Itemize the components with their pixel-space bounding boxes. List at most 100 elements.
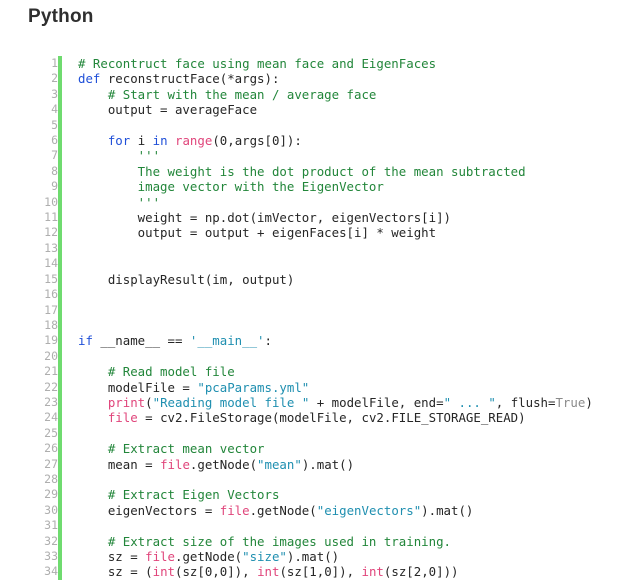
- code-line: 24 file = cv2.FileStorage(modelFile, cv2…: [0, 410, 593, 426]
- code-line-content: # Start with the mean / average face: [62, 87, 593, 102]
- token-plain: ).mat(): [421, 502, 474, 518]
- code-line-content: output = output + eigenFaces[i] * weight: [62, 225, 593, 240]
- line-number: 13: [44, 240, 58, 255]
- token-plain: ).mat(): [286, 549, 340, 564]
- token-plain: .getNode(: [189, 456, 258, 472]
- token-plain: (sz[0,0]),: [175, 564, 258, 580]
- token-plain: (sz[1,0]),: [279, 564, 362, 580]
- code-line: 18: [0, 317, 593, 334]
- code-line-content: print("Reading model file " + modelFile,…: [62, 395, 593, 410]
- token-plain: __name__ ==: [92, 333, 190, 349]
- code-line: 8 The weight is the dot product of the m…: [0, 163, 593, 180]
- token-plain: ): [585, 394, 593, 410]
- token-string: "mean": [257, 456, 302, 472]
- code-line-content: The weight is the dot product of the mea…: [62, 164, 593, 179]
- line-number: 31: [44, 518, 58, 533]
- code-line-content: # Recontruct face using mean face and Ei…: [62, 56, 593, 71]
- line-number: 9: [51, 179, 58, 194]
- code-line: 7 ''': [0, 148, 593, 164]
- code-line: 11 weight = np.dot(imVector, eigenVector…: [0, 210, 593, 226]
- code-line: 23 print("Reading model file " + modelFi…: [0, 394, 593, 411]
- token-plain: .getNode(: [249, 502, 317, 518]
- code-listing: 1 # Recontruct face using mean face and E…: [0, 56, 593, 580]
- code-line-content: [62, 241, 593, 256]
- token-plain: i: [130, 133, 153, 149]
- code-line: 34 sz = (int(sz[0,0]), int(sz[1,0]), int…: [0, 564, 593, 580]
- line-number: 17: [44, 302, 58, 317]
- line-number: 23: [44, 394, 58, 409]
- line-number: 15: [44, 271, 58, 286]
- code-line: 21 # Read model file: [0, 364, 593, 380]
- token-doc: ''': [78, 148, 161, 164]
- code-line: 16: [0, 287, 593, 303]
- token-keyword: for: [107, 133, 131, 149]
- code-line-content: # Extract mean vector: [62, 441, 593, 456]
- code-line: 1 # Recontruct face using mean face and E…: [0, 56, 593, 72]
- code-line: 6 for i in range(0,args[0]):: [0, 133, 593, 149]
- token-plain: .getNode(: [174, 549, 243, 564]
- token-plain: eigenVectors =: [78, 502, 220, 518]
- line-number: 34: [44, 564, 58, 579]
- token-plain: weight = np.dot(imVector, eigenVectors[i…: [78, 210, 451, 226]
- line-number: 5: [51, 117, 58, 132]
- token-plain: (0,args[0]):: [212, 133, 302, 149]
- token-plain: :: [264, 333, 272, 349]
- token-builtin: file: [160, 456, 190, 472]
- code-line: 19 if __name__ == '__main__':: [0, 333, 593, 349]
- code-line-content: eigenVectors = file.getNode("eigenVector…: [62, 503, 593, 518]
- code-line: 4 output = averageFace: [0, 102, 593, 118]
- line-number: 27: [44, 456, 58, 471]
- page-title: Python: [28, 6, 94, 27]
- token-keyword: if: [78, 333, 93, 349]
- code-line-content: displayResult(im, output): [62, 272, 593, 287]
- token-comment: # Extract Eigen Vectors: [78, 487, 280, 503]
- code-line-content: ''': [62, 195, 593, 210]
- code-line: 12 output = output + eigenFaces[i] * wei…: [0, 225, 593, 241]
- code-listing-body: 1 # Recontruct face using mean face and E…: [0, 56, 593, 580]
- line-number: 25: [44, 425, 58, 440]
- token-string: "size": [242, 549, 287, 564]
- code-line-content: [62, 518, 593, 533]
- code-line: 2 def reconstructFace(*args):: [0, 71, 593, 87]
- token-builtin: print: [107, 394, 146, 410]
- token-plain: output = averageFace: [78, 102, 258, 118]
- token-doc: The weight is the dot product of the mea…: [78, 163, 526, 179]
- line-number: 19: [44, 333, 58, 348]
- code-line: 28: [0, 471, 593, 488]
- code-line-content: # Extract Eigen Vectors: [62, 487, 593, 502]
- token-builtin: int: [257, 564, 280, 580]
- code-line: 31: [0, 518, 593, 534]
- code-line: 15 displayResult(im, output): [0, 271, 593, 288]
- line-number: 20: [44, 348, 58, 363]
- token-builtin: int: [152, 564, 175, 580]
- token-string: "Reading model file ": [152, 394, 310, 410]
- token-plain: mean =: [78, 456, 161, 472]
- line-number: 22: [44, 379, 58, 394]
- token-comment: # Recontruct face using mean face and Ei…: [78, 56, 437, 71]
- line-number: 4: [51, 102, 58, 117]
- line-number: 33: [44, 549, 58, 563]
- token-builtin: int: [361, 564, 384, 580]
- line-number: 8: [51, 163, 58, 178]
- code-line-content: image vector with the EigenVector: [62, 179, 593, 194]
- token-builtin: file: [219, 502, 250, 518]
- code-line-content: sz = file.getNode("size").mat(): [62, 549, 593, 564]
- token-plain: (: [145, 394, 153, 410]
- code-line-content: mean = file.getNode("mean").mat(): [62, 457, 593, 472]
- code-line: 29 # Extract Eigen Vectors: [0, 487, 593, 503]
- code-line: 10 ''': [0, 194, 593, 211]
- line-number: 12: [44, 225, 58, 240]
- token-const: True: [555, 394, 586, 410]
- line-number: 26: [44, 441, 58, 456]
- code-line: 17: [0, 302, 593, 318]
- code-line-content: # Read model file: [62, 364, 593, 379]
- line-number: 3: [51, 86, 58, 101]
- token-comment: # Read model file: [78, 364, 235, 380]
- token-doc: image vector with the EigenVector: [78, 179, 384, 195]
- code-block: 1 # Recontruct face using mean face and E…: [0, 56, 640, 580]
- token-plain: + modelFile, end=: [309, 394, 444, 410]
- code-line: 26 # Extract mean vector: [0, 441, 593, 457]
- line-number: 21: [44, 364, 58, 379]
